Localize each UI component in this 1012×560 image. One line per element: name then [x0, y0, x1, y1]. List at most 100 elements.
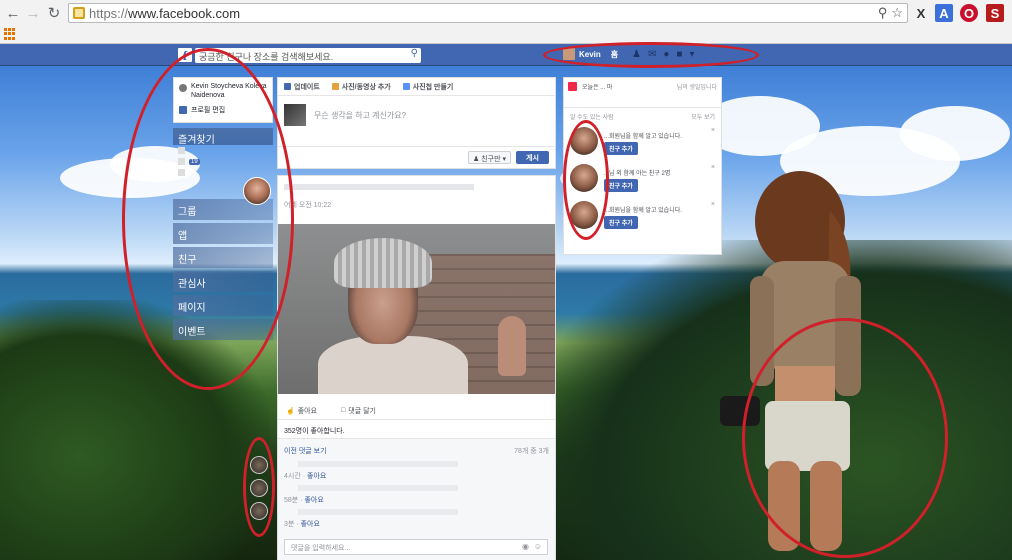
avatar[interactable]	[570, 164, 598, 192]
thumbs-up-icon: ☝	[286, 407, 295, 415]
bookmark-star-icon[interactable]: ☆	[891, 5, 903, 21]
translate-extension-icon[interactable]: A	[935, 4, 953, 22]
right-sidebar: 오늘은 ... 마 님의 생일입니다 알 수도 있는 사람 모두 보기 ...회…	[563, 77, 722, 255]
post-timestamp[interactable]: 어제 오전 10:22	[284, 200, 549, 210]
lock-icon[interactable]: ■	[676, 49, 682, 60]
close-icon[interactable]: ×	[711, 127, 715, 134]
s-extension-icon[interactable]: S	[986, 4, 1004, 22]
sidebar-item-messages[interactable]: 19	[173, 156, 273, 167]
lock-icon	[73, 7, 85, 19]
chat-sidebar	[250, 456, 268, 520]
close-icon[interactable]: ×	[711, 164, 715, 171]
sidebar-item-apps[interactable]: 앱	[173, 223, 273, 244]
calendar-icon	[178, 169, 185, 176]
avatar[interactable]	[570, 201, 598, 229]
comment-meta: 58분 · 좋아요	[284, 497, 324, 504]
forward-icon[interactable]: →	[24, 4, 42, 22]
apps-grid-icon[interactable]	[4, 28, 16, 40]
chat-avatar[interactable]	[250, 456, 268, 474]
avatar	[284, 104, 306, 126]
sidebar-item-friends[interactable]: 친구	[173, 247, 273, 268]
search-icon[interactable]: ⚲	[411, 48, 418, 59]
comments-section: 이전 댓글 보기 78개 중 3개 4시간 · 좋아요 58분 · 좋아요 3분…	[278, 438, 555, 560]
add-friend-button[interactable]: 친구 추가	[604, 179, 638, 192]
sidebar-item-interests[interactable]: 관심사	[173, 271, 273, 292]
comment-like-link[interactable]: 좋아요	[301, 521, 320, 528]
avatar	[179, 84, 187, 92]
chat-avatar[interactable]	[250, 479, 268, 497]
post-button[interactable]: 게시	[516, 151, 549, 164]
profile-name-link[interactable]: Kevin Stoycheva Koleva Naidenova	[191, 82, 267, 100]
left-sidebar: Kevin Stoycheva Koleva Naidenova 프로필 편집 …	[173, 77, 273, 340]
search-icon[interactable]: ⚲	[878, 5, 888, 21]
feed-post: 어제 오전 10:22 ☝ 좋아요 □ 댓글 달기 352명이 좋아합니다. 이전 …	[277, 175, 556, 560]
extension-x-icon[interactable]: X	[912, 4, 930, 22]
url-text: https://www.facebook.com	[89, 5, 241, 21]
friend-requests-icon[interactable]: ♟	[632, 49, 641, 60]
pencil-icon	[179, 106, 187, 114]
facebook-logo-icon[interactable]: f	[178, 48, 192, 63]
opera-extension-icon[interactable]: O	[960, 4, 978, 22]
likes-count[interactable]: 352명이 좋아합니다.	[284, 426, 345, 436]
like-button[interactable]: ☝ 좋아요	[286, 406, 317, 415]
avatar[interactable]	[243, 177, 271, 205]
sidebar-item-pages[interactable]: 페이지	[173, 295, 273, 316]
view-previous-comments-link[interactable]: 이전 댓글 보기	[284, 446, 327, 456]
pymk-title: 알 수도 있는 사람	[570, 115, 614, 121]
calendar-icon	[568, 82, 577, 91]
add-friend-button[interactable]: 친구 추가	[604, 216, 638, 229]
list-item: ...회원님을 함께 알고 있습니다. 친구 추가 ×	[564, 125, 721, 162]
comment-input[interactable]: 댓글을 입력하세요... ◉ ☺	[284, 539, 548, 555]
notification-badge: 19	[189, 158, 200, 165]
birthday-reminder[interactable]: 오늘은 ... 마 님의 생일입니다	[564, 78, 721, 108]
camera-icon[interactable]: ◉	[522, 542, 529, 551]
emoji-icon[interactable]: ☺	[534, 542, 542, 551]
comment-icon: □	[341, 407, 346, 414]
profile-link[interactable]: Kevin 홈	[563, 48, 618, 60]
character-illustration	[720, 171, 861, 551]
back-icon[interactable]: ←	[4, 4, 22, 22]
pencil-icon	[284, 83, 291, 90]
chevron-down-icon[interactable]: ▾	[689, 49, 694, 60]
avatar	[563, 48, 575, 60]
friends-icon: ♟	[472, 156, 480, 163]
privacy-select[interactable]: ♟ 친구만 ▾	[467, 151, 511, 164]
comment-like-link[interactable]: 좋아요	[304, 497, 323, 504]
chat-avatar[interactable]	[250, 502, 268, 520]
sidebar-item-events[interactable]: 이벤트	[173, 319, 273, 340]
browser-chrome: ← → ↻ https://www.facebook.com ⚲ ☆ X A O…	[0, 0, 1012, 44]
newsfeed-icon	[178, 147, 185, 154]
photo-icon	[331, 83, 339, 90]
post-photo[interactable]	[278, 224, 555, 394]
album-icon	[402, 83, 410, 90]
tab-update[interactable]: 업데이트	[284, 82, 320, 91]
add-friend-button[interactable]: 친구 추가	[604, 142, 638, 155]
tab-album[interactable]: 사진첩 만들기	[402, 82, 453, 91]
comment-count: 78개 중 3개	[514, 448, 549, 455]
messages-icon[interactable]: ✉	[648, 49, 656, 60]
reload-icon[interactable]: ↻	[45, 4, 63, 22]
notifications-icon[interactable]: ●	[663, 49, 669, 60]
comment-meta: 3분 · 좋아요	[284, 521, 320, 528]
messages-icon	[178, 158, 185, 165]
tab-photo-video[interactable]: 사진/동영상 추가	[331, 82, 391, 91]
list-item: ...님 외 함께 아는 친구 2명 친구 추가 ×	[564, 162, 721, 199]
post-composer: 업데이트 사진/동영상 추가 사진첩 만들기 무슨 생각을 하고 계신가요? ♟…	[277, 77, 556, 169]
status-input[interactable]: 무슨 생각을 하고 계신가요?	[284, 104, 406, 126]
avatar[interactable]	[570, 127, 598, 155]
facebook-top-bar: f 궁금한 친구나 장소를 검색해보세요. ⚲ Kevin 홈 ♟ ✉ ● ■ …	[0, 44, 1012, 66]
comment-button[interactable]: □ 댓글 달기	[341, 406, 376, 415]
post-author[interactable]	[284, 184, 474, 190]
see-all-link[interactable]: 모두 보기	[691, 112, 715, 121]
comment-meta: 4시간 · 좋아요	[284, 473, 327, 480]
search-input[interactable]: 궁금한 친구나 장소를 검색해보세요. ⚲	[195, 48, 421, 63]
edit-profile-link[interactable]: 프로필 편집	[179, 105, 267, 115]
profile-card: Kevin Stoycheva Koleva Naidenova 프로필 편집	[173, 77, 273, 123]
address-bar[interactable]: https://www.facebook.com ⚲ ☆	[68, 3, 908, 23]
list-item: ...회원님을 함께 알고 있습니다. 친구 추가 ×	[564, 199, 721, 236]
sidebar-item-newsfeed[interactable]	[173, 145, 273, 156]
close-icon[interactable]: ×	[711, 201, 715, 208]
sidebar-item-favorites[interactable]: 즐겨찾기	[173, 128, 273, 146]
comment-like-link[interactable]: 좋아요	[307, 473, 326, 480]
home-link[interactable]: 홈	[611, 49, 618, 60]
